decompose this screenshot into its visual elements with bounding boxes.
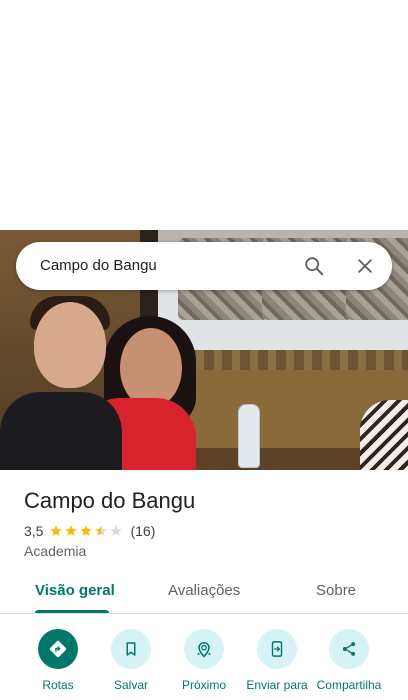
- star-icon: [95, 525, 108, 536]
- tab-overview[interactable]: Visão geral: [35, 582, 115, 599]
- directions-icon: [38, 629, 78, 669]
- save-button[interactable]: Salvar: [92, 629, 170, 699]
- close-icon[interactable]: [351, 252, 379, 280]
- rating-stars: [49, 524, 124, 538]
- star-icon: [80, 525, 93, 536]
- rating-value: 3,5: [24, 523, 44, 539]
- tab-about[interactable]: Sobre: [316, 582, 356, 599]
- star-icon: [50, 525, 63, 536]
- bookmark-icon: [111, 629, 151, 669]
- review-count[interactable]: (16): [130, 523, 155, 539]
- tab-reviews[interactable]: Avaliações: [168, 582, 240, 599]
- tab-bar: Visão geral Avaliações Sobre: [0, 574, 408, 614]
- send-to-phone-label: Enviar para: [246, 678, 308, 692]
- star-icon: [65, 525, 78, 536]
- place-category[interactable]: Academia: [24, 543, 86, 559]
- nearby-button[interactable]: Próximo: [165, 629, 243, 699]
- action-bar: Rotas Salvar Próximo Enviar para Compart…: [0, 615, 408, 700]
- search-bar[interactable]: Campo do Bangu: [16, 242, 392, 290]
- search-icon[interactable]: [300, 252, 328, 280]
- active-tab-indicator: [35, 610, 109, 613]
- save-label: Salvar: [113, 678, 148, 692]
- nearby-icon: [184, 629, 224, 669]
- place-title: Campo do Bangu: [24, 488, 196, 513]
- star-icon: [110, 525, 123, 536]
- rating-row[interactable]: 3,5 (16): [24, 522, 155, 540]
- map-area: [0, 0, 408, 230]
- share-button[interactable]: Compartilha: [310, 629, 388, 699]
- directions-button[interactable]: Rotas: [19, 629, 97, 699]
- send-to-phone-button[interactable]: Enviar para: [238, 629, 316, 699]
- share-label: Compartilha: [316, 678, 382, 692]
- directions-label: Rotas: [42, 678, 74, 692]
- search-query[interactable]: Campo do Bangu: [40, 257, 157, 274]
- share-icon: [329, 629, 369, 669]
- nearby-label: Próximo: [181, 678, 226, 692]
- send-to-phone-icon: [257, 629, 297, 669]
